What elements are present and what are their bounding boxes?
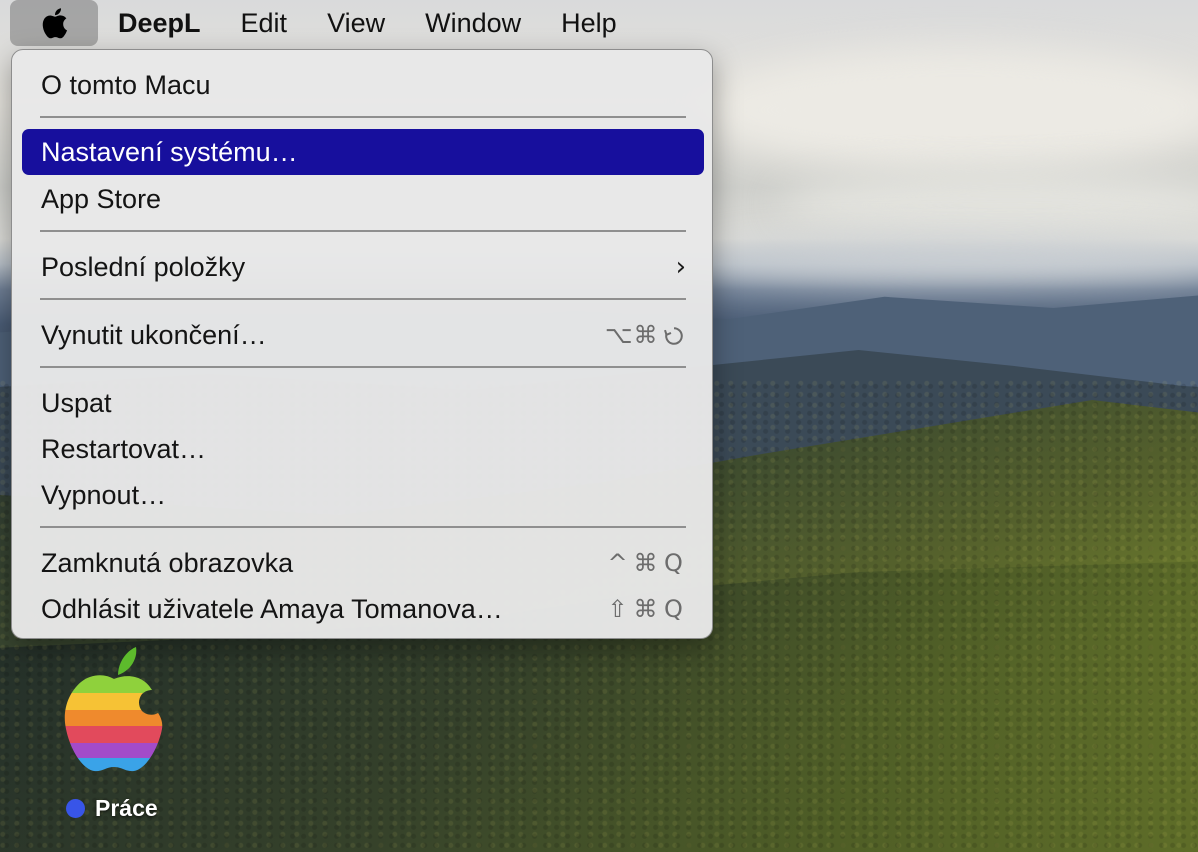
keyboard-shortcut: ⌥ ⌘ <box>605 321 686 349</box>
menubar-help[interactable]: Help <box>541 0 637 46</box>
command-key-icon: ⌘ <box>633 549 658 577</box>
control-key-icon: ^ <box>607 549 628 577</box>
menu-item-label: Uspat <box>41 387 112 418</box>
menu-item-log-out[interactable]: Odhlásit uživatele Amaya Tomanova… ⇧ ⌘ Q <box>22 586 704 632</box>
menu-separator <box>40 116 686 118</box>
menu-item-app-store[interactable]: App Store <box>22 176 704 222</box>
menu-separator <box>40 366 686 368</box>
command-key-icon: ⌘ <box>633 321 658 349</box>
chevron-right-icon: › <box>675 252 686 282</box>
menu-separator <box>40 230 686 232</box>
menu-item-restart[interactable]: Restartovat… <box>22 426 704 472</box>
menu-item-label: Vynutit ukončení… <box>41 319 267 350</box>
shift-key-icon: ⇧ <box>607 595 628 623</box>
desktop-icon-label[interactable]: Práce <box>66 795 158 822</box>
tag-color-dot <box>66 799 85 818</box>
escape-key-icon <box>661 321 686 349</box>
menu-separator <box>40 526 686 528</box>
menu-item-label: O tomto Macu <box>41 69 211 100</box>
menu-item-lock-screen[interactable]: Zamknutá obrazovka ^ ⌘ Q <box>22 540 704 586</box>
apple-logo-icon <box>42 8 68 39</box>
menu-item-label: Restartovat… <box>41 433 207 464</box>
option-key-icon: ⌥ <box>605 321 633 349</box>
menu-item-label: Poslední položky <box>41 251 246 282</box>
menu-bar: DeepL Edit View Window Help <box>0 0 1198 46</box>
menubar-app-deepl[interactable]: DeepL <box>98 0 221 46</box>
menu-item-label: Odhlásit uživatele Amaya Tomanova… <box>41 593 503 624</box>
menu-item-label: Vypnout… <box>41 479 167 510</box>
menubar-window[interactable]: Window <box>405 0 541 46</box>
menu-item-label: Nastavení systému… <box>41 136 298 167</box>
desktop-icon-name: Práce <box>95 795 158 821</box>
apple-menu-button[interactable] <box>10 0 98 46</box>
command-key-icon: ⌘ <box>633 595 658 623</box>
menubar-edit[interactable]: Edit <box>221 0 308 46</box>
menubar-view[interactable]: View <box>307 0 405 46</box>
menu-item-label: App Store <box>41 183 162 214</box>
menu-item-about-this-mac[interactable]: O tomto Macu <box>22 62 704 108</box>
menu-item-label: Zamknutá obrazovka <box>41 547 294 578</box>
q-key-label: Q <box>664 549 683 577</box>
menu-separator <box>40 298 686 300</box>
rainbow-apple-icon[interactable] <box>58 645 170 775</box>
menu-item-sleep[interactable]: Uspat <box>22 380 704 426</box>
menu-item-system-settings[interactable]: Nastavení systému… <box>22 129 704 175</box>
menu-item-shut-down[interactable]: Vypnout… <box>22 472 704 518</box>
menu-item-recent-items[interactable]: Poslední položky › <box>22 244 704 290</box>
apple-dropdown-menu: O tomto Macu Nastavení systému… App Stor… <box>11 49 713 639</box>
keyboard-shortcut: ^ ⌘ Q <box>605 549 686 577</box>
keyboard-shortcut: ⇧ ⌘ Q <box>605 595 686 623</box>
q-key-label: Q <box>664 595 683 623</box>
menu-item-force-quit[interactable]: Vynutit ukončení… ⌥ ⌘ <box>22 312 704 358</box>
